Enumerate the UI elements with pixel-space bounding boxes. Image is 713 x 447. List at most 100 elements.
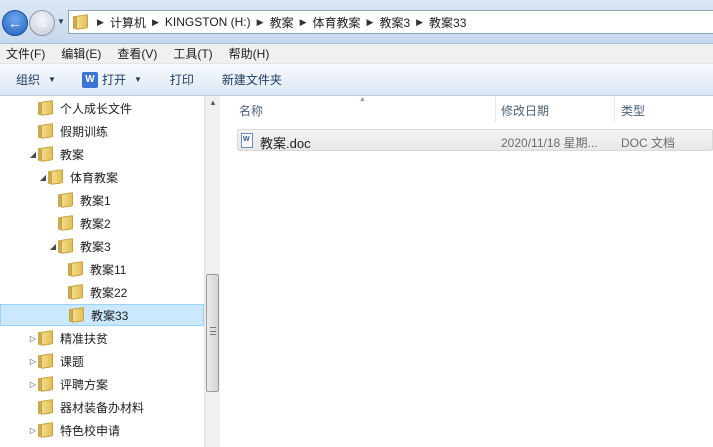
- tree-item[interactable]: ▷ 特色校申请: [0, 419, 204, 441]
- tree-item[interactable]: ◢ 教案: [0, 143, 204, 165]
- tree-item-label: 精准扶贫: [60, 331, 109, 346]
- tree-item[interactable]: ▷ 课题: [0, 350, 204, 372]
- breadcrumb-item[interactable]: 计算机: [110, 14, 146, 31]
- tree-item-label: 假期训练: [60, 124, 109, 139]
- breadcrumb-separator-icon[interactable]: ▶: [416, 17, 423, 28]
- tree-item-label: 教案3: [80, 239, 111, 254]
- breadcrumb-item[interactable]: 教案: [270, 14, 294, 31]
- grip-icon: [210, 327, 216, 335]
- file-name: 教案.doc: [260, 136, 311, 151]
- tree-item[interactable]: ▷ 精准扶贫: [0, 327, 204, 349]
- column-name[interactable]: 名称: [239, 102, 263, 119]
- tree-item[interactable]: 教案33: [0, 304, 204, 326]
- tree-item-label: 教案22: [90, 285, 128, 300]
- breadcrumb-separator-icon[interactable]: ▶: [300, 17, 307, 28]
- folder-icon: [38, 353, 54, 369]
- address-bar: ← → ▼ ▶ 计算机 ▶ KINGSTON (H:) ▶ 教案 ▶ 体育教案 ▶ 教案3 ▶ 教案3…: [0, 0, 713, 44]
- folder-icon: [38, 100, 54, 116]
- expanded-arrow-icon[interactable]: ◢: [28, 150, 38, 159]
- file-date: 2020/11/18 星期...: [501, 136, 598, 150]
- tree-item-label: 教案33: [91, 308, 129, 323]
- tree-item[interactable]: 教案2: [0, 212, 204, 234]
- column-date[interactable]: 修改日期: [501, 102, 549, 119]
- expanded-arrow-icon[interactable]: ◢: [48, 242, 58, 251]
- scroll-up-icon[interactable]: ▲: [205, 98, 221, 112]
- forward-arrow-icon: →: [35, 15, 49, 31]
- print-label: 打印: [169, 73, 194, 87]
- collapsed-arrow-icon[interactable]: ▷: [28, 357, 38, 366]
- folder-icon: [68, 284, 84, 300]
- folder-icon: [48, 169, 64, 185]
- collapsed-arrow-icon[interactable]: ▷: [28, 334, 38, 343]
- tree-item[interactable]: 器材装备办材料: [0, 396, 204, 418]
- menu-item[interactable]: 查看(V): [117, 45, 157, 62]
- print-button[interactable]: 打印: [162, 68, 202, 92]
- back-button[interactable]: ←: [2, 10, 28, 36]
- folder-icon: [58, 238, 74, 254]
- scroll-thumb[interactable]: [206, 274, 219, 392]
- tree-item-label: 器材装备办材料: [60, 400, 145, 415]
- tree-item-label: 教案1: [80, 193, 111, 208]
- tree-item-label: 教案11: [90, 262, 127, 277]
- tree-item[interactable]: ▷ 评聘方案: [0, 373, 204, 395]
- organize-button[interactable]: 组织 ▼: [8, 68, 64, 92]
- breadcrumb-separator-icon[interactable]: ▶: [152, 17, 159, 28]
- tree-item[interactable]: 个人成长文件: [0, 97, 204, 119]
- tree-item-label: 教案2: [80, 216, 111, 231]
- tree-item[interactable]: ◢ 体育教案: [0, 166, 204, 188]
- recent-pages-dropdown-icon[interactable]: ▼: [57, 17, 65, 26]
- menu-item[interactable]: 工具(T): [173, 45, 212, 62]
- folder-icon: [73, 14, 89, 30]
- folder-icon: [58, 215, 74, 231]
- tree-item[interactable]: 教案11: [0, 258, 204, 280]
- folder-icon: [68, 261, 84, 277]
- tree-item[interactable]: 假期训练: [0, 120, 204, 142]
- collapsed-arrow-icon[interactable]: ▷: [28, 426, 38, 435]
- menu-item[interactable]: 文件(F): [6, 45, 45, 62]
- file-type: DOC 文档: [621, 136, 676, 150]
- folder-icon: [38, 399, 54, 415]
- collapsed-arrow-icon[interactable]: ▷: [28, 380, 38, 389]
- breadcrumb[interactable]: ▶ 计算机 ▶ KINGSTON (H:) ▶ 教案 ▶ 体育教案 ▶ 教案3 ▶ 教案33: [68, 10, 713, 34]
- tree-item[interactable]: 教案1: [0, 189, 204, 211]
- folder-icon: [38, 123, 54, 139]
- file-list: ▲ 名称 修改日期 类型 教案.doc 2020/11/18 星期... DOC…: [221, 96, 713, 447]
- tree-item[interactable]: ◢ 教案3: [0, 235, 204, 257]
- word-app-icon: W: [81, 71, 98, 88]
- file-row[interactable]: 教案.doc 2020/11/18 星期... DOC 文档: [237, 129, 713, 151]
- tree-item-label: 特色校申请: [60, 423, 121, 438]
- breadcrumb-separator-icon[interactable]: ▶: [97, 17, 104, 28]
- column-header: ▲ 名称 修改日期 类型: [221, 96, 713, 122]
- column-divider[interactable]: [614, 96, 615, 122]
- back-arrow-icon: ←: [8, 15, 22, 31]
- menu-bar: 文件(F) 编辑(E) 查看(V) 工具(T) 帮助(H): [0, 44, 713, 64]
- expanded-arrow-icon[interactable]: ◢: [38, 173, 48, 182]
- breadcrumb-item[interactable]: 教案33: [429, 14, 466, 31]
- tree-scrollbar[interactable]: ▲: [204, 96, 220, 447]
- folder-icon: [38, 330, 54, 346]
- breadcrumb-item[interactable]: 教案3: [379, 14, 410, 31]
- chevron-down-icon: ▼: [48, 75, 56, 84]
- forward-button[interactable]: →: [29, 10, 55, 36]
- tree-item-label: 体育教案: [70, 170, 119, 185]
- breadcrumb-item[interactable]: 体育教案: [313, 14, 361, 31]
- breadcrumb-separator-icon[interactable]: ▶: [257, 17, 264, 28]
- new-folder-button[interactable]: 新建文件夹: [214, 68, 290, 92]
- open-label: 打开: [101, 73, 126, 87]
- column-divider[interactable]: [495, 96, 496, 122]
- word-doc-icon: [241, 133, 253, 148]
- chevron-down-icon: ▼: [133, 75, 142, 84]
- folder-icon: [69, 307, 85, 323]
- open-button[interactable]: W 打开 ▼: [74, 68, 150, 92]
- breadcrumb-item[interactable]: KINGSTON (H:): [165, 15, 251, 29]
- tree-item-label: 教案: [60, 147, 85, 162]
- tree-item-label: 课题: [60, 354, 85, 369]
- menu-item[interactable]: 帮助(H): [229, 45, 270, 62]
- folder-icon: [38, 422, 54, 438]
- tree-item[interactable]: 教案22: [0, 281, 204, 303]
- breadcrumb-separator-icon[interactable]: ▶: [367, 17, 374, 28]
- command-toolbar: 组织 ▼ W 打开 ▼ 打印 新建文件夹: [0, 64, 713, 96]
- column-type[interactable]: 类型: [621, 102, 645, 119]
- menu-item[interactable]: 编辑(E): [61, 45, 101, 62]
- tree-item-label: 个人成长文件: [60, 101, 133, 116]
